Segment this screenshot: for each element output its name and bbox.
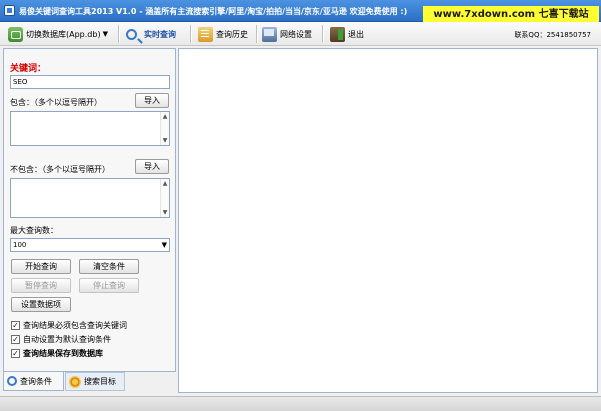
clear-conditions-button[interactable]: 清空条件 [79, 259, 139, 274]
chevron-down-icon: ▼ [102, 30, 108, 38]
auto-default-label: 自动设置为默认查询条件 [23, 335, 111, 344]
switch-database-button[interactable]: 切换数据库(App.db) ▼ [8, 25, 108, 43]
realtime-query-label: 实时查询 [144, 29, 176, 39]
exit-button[interactable]: 退出 [330, 25, 364, 43]
scrollbar[interactable]: ▲ ▼ [160, 112, 169, 145]
network-settings-button[interactable]: 网络设置 [262, 25, 312, 43]
exit-door-icon [330, 26, 345, 42]
search-icon [7, 376, 17, 386]
results-panel[interactable] [178, 48, 598, 393]
window-title: 易俊关键词查询工具2013 V1.0 - 涵盖所有主流搜索引擎/阿里/淘宝/拍拍… [19, 7, 408, 16]
tab-query-conditions-label: 查询条件 [20, 376, 52, 386]
query-conditions-panel: 关键词： SEO 包含：（多个以逗号隔开） 导入 ▲ ▼ 不包含：（多个以逗号隔… [3, 48, 176, 372]
scroll-down-icon[interactable]: ▼ [161, 209, 169, 216]
save-db-checkbox[interactable]: ✓ 查询结果保存到数据库 [11, 348, 103, 359]
contact-qq: 联系QQ：2541850757 [514, 31, 591, 39]
toolbar-separator [322, 25, 323, 43]
toolbar-separator [118, 25, 119, 43]
scrollbar[interactable]: ▲ ▼ [160, 179, 169, 217]
status-bar [0, 396, 601, 411]
keyword-label: 关键词： [10, 64, 47, 74]
exclude-label: 不包含：（多个以逗号隔开） [10, 165, 110, 174]
include-label: 包含：（多个以逗号隔开） [10, 98, 102, 107]
scroll-up-icon[interactable]: ▲ [161, 113, 169, 120]
target-icon [69, 375, 81, 388]
tab-query-conditions[interactable]: 查询条件 [3, 372, 64, 391]
must-contain-label: 查询结果必须包含查询关键词 [23, 321, 127, 330]
stop-query-button[interactable]: 停止查询 [79, 278, 139, 293]
toolbar-separator [256, 25, 257, 43]
search-icon [126, 28, 137, 40]
include-textarea[interactable]: ▲ ▼ [10, 111, 170, 146]
exit-label: 退出 [348, 29, 364, 39]
toolbar-separator [190, 25, 191, 43]
tab-search-targets[interactable]: 搜索目标 [65, 372, 125, 391]
history-icon [198, 26, 213, 42]
auto-default-checkbox[interactable]: ✓ 自动设置为默认查询条件 [11, 334, 111, 345]
checkmark-icon[interactable]: ✓ [11, 349, 20, 358]
network-icon [262, 26, 277, 42]
exclude-textarea[interactable]: ▲ ▼ [10, 178, 170, 218]
network-settings-label: 网络设置 [280, 29, 312, 39]
checkmark-icon[interactable]: ✓ [11, 335, 20, 344]
data-settings-button[interactable]: 设置数据项 [11, 297, 71, 312]
app-icon [4, 5, 15, 16]
chevron-down-icon[interactable]: ▼ [162, 239, 167, 251]
title-bar: 易俊关键词查询工具2013 V1.0 - 涵盖所有主流搜索引擎/阿里/淘宝/拍拍… [0, 0, 601, 24]
panel-tabs: 查询条件 搜索目标 [3, 372, 176, 392]
tab-search-targets-label: 搜索目标 [84, 377, 116, 386]
scroll-up-icon[interactable]: ▲ [161, 180, 169, 187]
include-import-button[interactable]: 导入 [135, 93, 169, 108]
database-icon [8, 26, 23, 42]
toolbar: 切换数据库(App.db) ▼ 实时查询 查询历史 网络设置 退出 联系QQ：2… [0, 22, 601, 46]
checkmark-icon[interactable]: ✓ [11, 321, 20, 330]
scroll-down-icon[interactable]: ▼ [161, 137, 169, 144]
switch-database-label: 切换数据库(App.db) [26, 29, 101, 39]
max-query-select[interactable]: 100 ▼ [10, 238, 170, 252]
exclude-import-button[interactable]: 导入 [135, 159, 169, 174]
query-history-label: 查询历史 [216, 29, 248, 39]
save-db-label: 查询结果保存到数据库 [23, 349, 103, 358]
keyword-input[interactable]: SEO [10, 75, 170, 89]
realtime-query-button[interactable]: 实时查询 [126, 25, 176, 43]
pause-query-button[interactable]: 暂停查询 [11, 278, 71, 293]
must-contain-checkbox[interactable]: ✓ 查询结果必须包含查询关键词 [11, 320, 127, 331]
query-history-button[interactable]: 查询历史 [198, 25, 248, 43]
max-query-label: 最大查询数： [10, 226, 58, 235]
start-query-button[interactable]: 开始查询 [11, 259, 71, 274]
max-query-value: 100 [13, 241, 27, 249]
